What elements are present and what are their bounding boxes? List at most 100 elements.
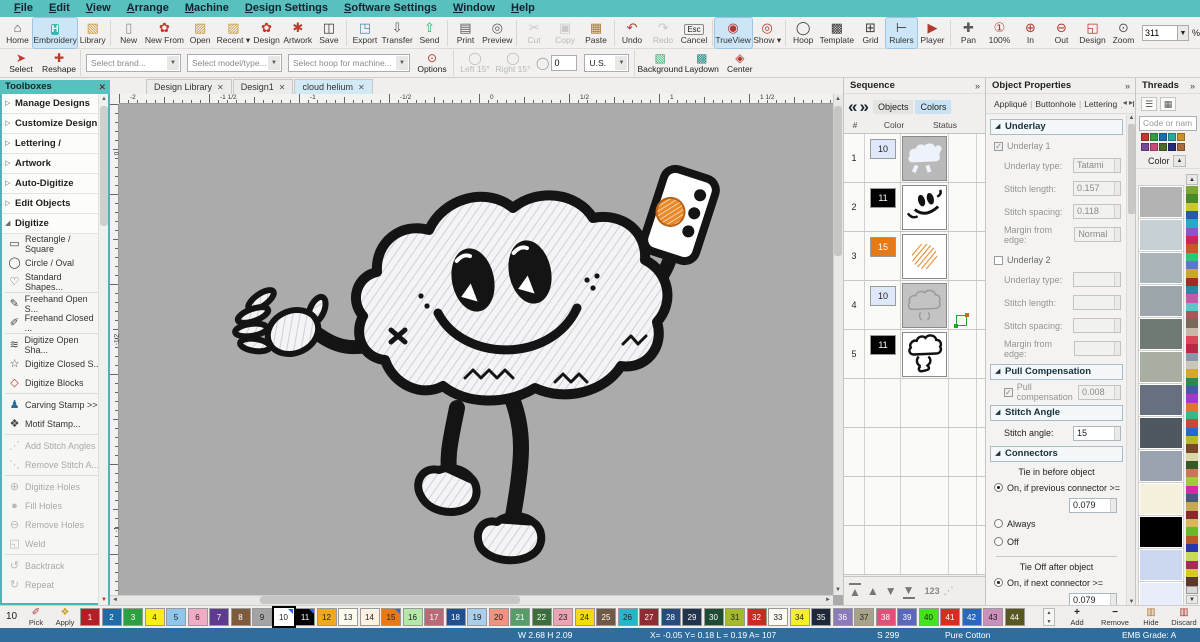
thread-chart-swatch[interactable] [1150,143,1158,151]
open-button[interactable]: ▨Open [185,18,216,48]
palette-swatch-28[interactable]: 28 [661,608,681,626]
tab-lettering[interactable]: Lettering [1081,97,1120,111]
property-input[interactable]: Normal [1074,227,1121,242]
reshape-button[interactable]: ✚ Reshape [40,50,78,77]
toolbox-digitize[interactable]: ◢Digitize [2,214,102,234]
palette-swatch-39[interactable]: 39 [897,608,917,626]
scrollbar-thumb[interactable] [1128,124,1135,214]
palette-swatch-27[interactable]: 27 [639,608,659,626]
object-thumbnail[interactable] [902,234,947,279]
cancel-button[interactable]: EscCancel [679,18,710,48]
show-button[interactable]: ◎Show ▾ [752,18,783,48]
tie-in-value-input[interactable]: 0.079 [1069,498,1117,513]
object-thumbnail[interactable] [902,283,947,328]
tool-freehand-open-s[interactable]: ✎Freehand Open S... [2,294,102,313]
tool-freehand-closed[interactable]: ✐Freehand Closed ... [2,313,102,332]
panel-collapse-icon[interactable]: » [1125,78,1130,94]
palette-spinner[interactable]: ▲▼ [1043,608,1055,626]
palette-swatch-15[interactable]: 15 [381,608,401,626]
thread-swatch[interactable] [1139,318,1183,350]
panel-collapse-icon[interactable]: » [975,78,980,94]
thread-chart-swatch[interactable] [1168,133,1176,141]
scrollbar-thumb[interactable] [100,106,108,226]
scroll-right-icon[interactable]: ► [823,595,833,605]
scroll-down-icon[interactable]: ▼ [833,585,843,595]
recent-button[interactable]: ▨Recent ▾ [216,18,251,48]
send-button[interactable]: ⇧Send [414,18,445,48]
thread-chart-swatches[interactable] [1136,133,1200,151]
scrollbar-thumb[interactable] [260,596,520,604]
tab-scroll-icons[interactable]: ◂ ▸ [1121,98,1133,107]
palette-swatch-4[interactable]: 4 [145,608,165,626]
scroll-down-icon[interactable]: ▼ [99,595,109,605]
palette-swatch-42[interactable]: 42 [962,608,982,626]
palette-swatch-29[interactable]: 29 [682,608,702,626]
palette-swatch-30[interactable]: 30 [704,608,724,626]
palette-swatch-24[interactable]: 24 [575,608,595,626]
palette-swatch-17[interactable]: 17 [424,608,444,626]
property-input[interactable]: Tatami [1073,158,1121,173]
hoop-select[interactable]: Select hoop for machine...▼ [288,54,410,72]
grid-view-icon[interactable]: ▦ [1160,97,1176,111]
scroll-up-icon[interactable]: ▲ [1186,174,1198,185]
zoom-button[interactable]: ⊙Zoom [1108,18,1139,48]
palette-swatch-19[interactable]: 19 [467,608,487,626]
vertical-scrollbar[interactable]: ▲ ▼ [833,94,843,595]
palette-swatch-12[interactable]: 12 [317,608,337,626]
paste-button[interactable]: ▦Paste [581,18,612,48]
palette-swatch-10[interactable]: 10 [274,608,294,626]
in-button[interactable]: ⊕In [1015,18,1046,48]
scrollbar-thumb[interactable] [834,106,842,256]
preview-button[interactable]: ◎Preview [481,18,514,48]
thread-swatch[interactable] [1139,351,1183,383]
thread-chart-swatch[interactable] [1177,143,1185,151]
thread-color-header[interactable]: Color ▲ [1136,153,1200,169]
tie-off-value-input[interactable]: 0.079 [1069,593,1117,605]
design-canvas[interactable]: -2-1 1/2-1-1/201/211 1/2 0-1/2-1 ▲ ▼ ◄ ► [110,94,843,605]
apply-color-button[interactable]: ❖ Apply [50,606,80,628]
properties-scrollbar[interactable]: ▲ ▼ [1126,115,1135,605]
stitch-angle-input[interactable]: 15 [1073,426,1121,441]
grid-button[interactable]: ⊞Grid [855,18,886,48]
move-down-icon[interactable]: ▼ [885,584,897,598]
tie-in-on-radio[interactable]: On, if previous connector >= [986,480,1127,495]
print-button[interactable]: ▤Print [450,18,481,48]
thread-search-input[interactable]: Code or nam [1139,116,1197,131]
sidebar-scrollbar[interactable]: ▲ ▼ [98,94,108,605]
pull-compensation-input[interactable]: 0.008 [1078,385,1121,400]
colors-toggle[interactable]: Colors [915,100,951,114]
export-button[interactable]: ◳Export [349,18,380,48]
prev-color-button[interactable]: « [848,96,857,118]
sequence-row[interactable]: 211 [844,183,986,232]
palette-swatch-43[interactable]: 43 [983,608,1003,626]
thread-swatch[interactable] [1139,450,1183,482]
menu-machine[interactable]: Machine [177,0,237,17]
thread-swatch[interactable] [1139,186,1183,218]
palette-swatch-3[interactable]: 3 [123,608,143,626]
laydown-button[interactable]: ▩ Laydown [683,50,721,77]
close-icon[interactable]: ✕ [279,83,286,92]
tie-in-off-radio[interactable]: Off [986,534,1127,549]
toolbox-customize-design[interactable]: ▷Customize Design [2,114,102,134]
color-chip[interactable]: 10 [870,139,896,159]
thread-swatch[interactable] [1139,549,1183,581]
palette-swatch-7[interactable]: 7 [209,608,229,626]
underlay1-checkbox-row[interactable]: ✓ Underlay 1 [986,138,1127,154]
tool-motif-stamp[interactable]: ❖Motif Stamp... [2,414,102,433]
brand-select[interactable]: Select brand...▼ [86,54,181,72]
options-button[interactable]: ⊙ Options [413,50,451,77]
tool-digitize-closed-s[interactable]: ☆Digitize Closed S... [2,354,102,373]
discard-colors-button[interactable]: ▥ Discard [1166,606,1200,628]
menu-arrange[interactable]: Arrange [119,0,177,17]
palette-swatch-38[interactable]: 38 [876,608,896,626]
checkbox-checked-icon[interactable]: ✓ [1004,388,1013,397]
palette-swatch-41[interactable]: 41 [940,608,960,626]
palette-swatch-9[interactable]: 9 [252,608,272,626]
tool-carving-stamp[interactable]: ♟Carving Stamp >> [2,395,102,414]
palette-swatch-31[interactable]: 31 [725,608,745,626]
toolbox-auto-digitize[interactable]: ▷Auto-Digitize [2,174,102,194]
remove-color-button[interactable]: − Remove [1094,606,1136,628]
color-chip[interactable]: 11 [870,335,896,355]
select-button[interactable]: ➤ Select [2,50,40,77]
out-button[interactable]: ⊖Out [1046,18,1077,48]
